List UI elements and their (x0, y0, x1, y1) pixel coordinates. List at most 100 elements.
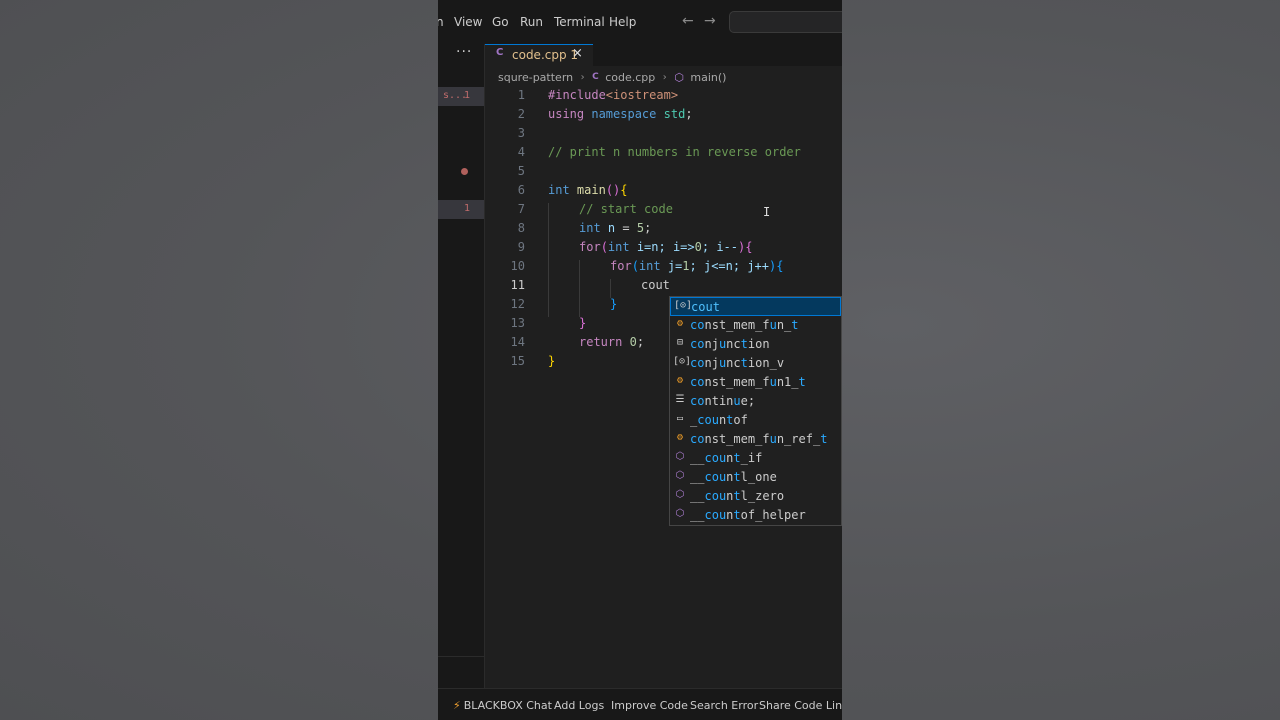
code-line: 9 for(int i=n; i=>0; i--){ (485, 238, 842, 257)
arrow-right-icon[interactable]: → (704, 13, 716, 29)
suggestion-label: const_mem_fun1_t (690, 375, 806, 389)
code-token: int (638, 259, 661, 273)
more-actions-icon[interactable]: ··· (456, 44, 472, 60)
code-token: ; i-- (701, 240, 738, 254)
menu-item-partial[interactable]: n (438, 15, 444, 29)
add-logs-button[interactable]: Add Logs (554, 699, 604, 712)
suggestion-item[interactable]: ⬡ __countof_helper (670, 506, 841, 525)
code-token: { (776, 259, 784, 273)
code-token: i=n; i=> (629, 240, 695, 254)
code-line: 3 (485, 124, 842, 143)
problems-row-count: 1 (464, 90, 471, 101)
method-icon: ⬡ (675, 451, 685, 462)
class-icon: ⚙ (676, 318, 684, 329)
suggestion-label: const_mem_fun_t (690, 318, 799, 332)
code-token: int (607, 240, 630, 254)
suggestion-item[interactable]: [⊙] cout (670, 297, 841, 316)
line-number: 8 (517, 221, 525, 235)
code-line: 2 using namespace std; (485, 105, 842, 124)
code-comment: // print n numbers in reverse order (548, 145, 801, 159)
improve-code-button[interactable]: Improve Code (611, 699, 688, 712)
suggestion-label: _countof (690, 413, 748, 427)
suggestion-item[interactable]: ▭ _countof (670, 411, 841, 430)
snippet-icon: ☰ (675, 394, 685, 405)
cpp-file-icon: C (496, 47, 504, 58)
sidebar-divider (438, 656, 484, 657)
menu-item-help[interactable]: Help (609, 15, 636, 29)
method-icon: ⬡ (674, 70, 684, 84)
explorer-sidebar: ··· s... 1 1 (438, 44, 485, 688)
menu-item-run[interactable]: Run (520, 15, 543, 29)
breadcrumb-file[interactable]: code.cpp (605, 71, 655, 84)
code-token: 0 (629, 335, 637, 349)
code-token: std (663, 107, 686, 121)
blackbox-chat-button[interactable]: ⚡ BLACKBOX Chat (453, 699, 552, 712)
code-token: ( (600, 240, 608, 254)
suggestion-label: conjunction (690, 337, 770, 351)
suggestion-item[interactable]: ⊟ conjunction (670, 335, 841, 354)
code-token: j= (660, 259, 683, 273)
suggestion-label: const_mem_fun_ref_t (690, 432, 828, 446)
cpp-file-icon: C (592, 72, 599, 82)
suggestion-item[interactable]: ⬡ __countl_one (670, 468, 841, 487)
suggestion-item[interactable]: ⬡ __countl_zero (670, 487, 841, 506)
line-number: 12 (510, 297, 525, 311)
suggestion-label: __countof_helper (690, 508, 806, 522)
code-token: int (579, 221, 601, 235)
variable-icon: [⊙] (674, 300, 693, 311)
status-item-label: BLACKBOX Chat (463, 699, 552, 712)
autocomplete-suggestions: [⊙] cout ⚙ const_mem_fun_t ⊟ conjunction [⊙] co… (669, 296, 842, 526)
code-line: 6 int main(){ (485, 181, 842, 200)
code-token: return (579, 335, 623, 349)
command-center-search[interactable] (729, 11, 842, 33)
suggestion-item[interactable]: [⊙] conjunction_v (670, 354, 841, 373)
suggestion-item[interactable]: ☰ continue; (670, 392, 841, 411)
class-icon: ⚙ (676, 432, 684, 443)
method-icon: ⬡ (675, 508, 685, 519)
suggestion-label: __countl_zero (690, 489, 785, 503)
status-bar: ⚡ BLACKBOX Chat Add Logs Improve Code Sea… (438, 688, 842, 720)
breadcrumb-symbol[interactable]: main() (690, 71, 726, 84)
search-error-button[interactable]: Search Error (690, 699, 758, 712)
method-icon: ⬡ (675, 489, 685, 500)
text-icon: ▭ (676, 413, 684, 424)
breadcrumb-folder[interactable]: squre-pattern (498, 71, 573, 84)
problems-row[interactable]: 1 (438, 200, 484, 219)
lightning-icon: ⚡ (453, 699, 461, 712)
suggestion-item[interactable]: ⬡ __count_if (670, 449, 841, 468)
line-number: 4 (517, 145, 525, 159)
suggestion-item[interactable]: ⚙ const_mem_fun1_t (670, 373, 841, 392)
code-token: ; (644, 221, 652, 235)
line-number: 10 (510, 259, 525, 273)
code-token: ; j<=n; j++ (689, 259, 770, 273)
class-icon: ⚙ (676, 375, 684, 386)
code-line-active: 11 cout (485, 276, 842, 295)
problems-row[interactable]: s... 1 (438, 87, 484, 106)
suggestion-label: conjunction_v (690, 356, 785, 370)
menu-item-view[interactable]: View (454, 15, 482, 29)
menu-item-go[interactable]: Go (492, 15, 509, 29)
code-line: 7 // start code (485, 200, 842, 219)
arrow-left-icon[interactable]: ← (682, 13, 694, 29)
chevron-right-icon: › (662, 71, 667, 83)
code-token: namespace (591, 107, 657, 121)
code-token: = (615, 221, 637, 235)
struct-icon: ⊟ (676, 337, 684, 348)
line-number: 3 (517, 126, 525, 140)
suggestion-item[interactable]: ⚙ const_mem_fun_t (670, 316, 841, 335)
close-icon[interactable]: × (572, 46, 583, 61)
suggestion-label: __count_if (690, 451, 763, 465)
code-token: { (745, 240, 753, 254)
suggestion-label: __countl_one (690, 470, 777, 484)
code-token: } (548, 354, 556, 368)
code-line: 5 (485, 162, 842, 181)
code-token: } (579, 316, 587, 330)
code-token: for (579, 240, 601, 254)
suggestion-label: continue; (690, 394, 756, 408)
tab-code-cpp[interactable]: C code.cpp 1 × (485, 44, 593, 66)
menu-item-terminal[interactable]: Terminal (554, 15, 605, 29)
suggestion-item[interactable]: ⚙ const_mem_fun_ref_t (670, 430, 841, 449)
share-code-link-button[interactable]: Share Code Link (759, 699, 842, 712)
breadcrumb: squre-pattern › C code.cpp › ⬡ main() (498, 70, 726, 86)
line-number: 15 (510, 354, 525, 368)
